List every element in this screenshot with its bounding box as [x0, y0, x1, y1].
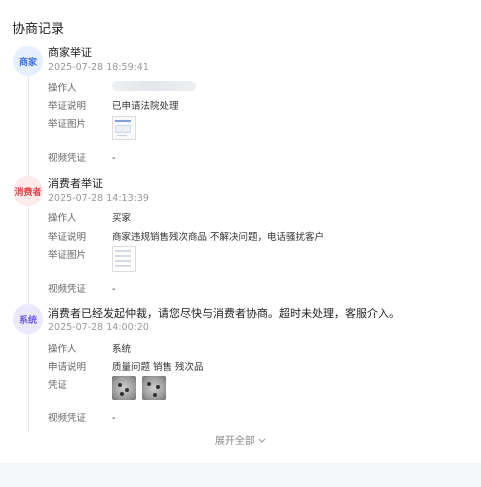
description-value: 商家违规销售残次商品 不解决问题，电话骚扰客户	[112, 232, 325, 243]
description-row: 举证说明 商家违规销售残次商品 不解决问题，电话骚扰客户	[48, 229, 324, 243]
video-row: 视频凭证 -	[48, 410, 115, 424]
video-label: 视频凭证	[48, 284, 87, 295]
operator-label: 操作人	[48, 213, 77, 224]
consumer-badge: 消费者	[13, 176, 43, 206]
evidence-images-row: 举证图片	[48, 116, 112, 130]
expand-all-label: 展开全部	[214, 436, 255, 447]
description-row: 申请说明 质量问题 销售 残次品	[48, 359, 204, 373]
redacted-operator	[112, 81, 196, 91]
description-label: 申请说明	[48, 362, 87, 373]
description-label: 举证说明	[48, 101, 87, 112]
video-value: -	[112, 153, 116, 164]
operator-row: 操作人 系统	[48, 341, 131, 355]
video-row: 视频凭证 -	[48, 281, 115, 295]
record-time: 2025-07-28 14:00:20	[48, 322, 149, 333]
description-value: 已申请法院处理	[112, 101, 179, 112]
chevron-down-icon	[258, 436, 266, 447]
record-heading: 消费者举证	[48, 177, 103, 190]
video-label: 视频凭证	[48, 153, 87, 164]
operator-row: 操作人	[48, 80, 112, 94]
video-label: 视频凭证	[48, 413, 87, 424]
record-time: 2025-07-28 14:13:39	[48, 193, 149, 204]
footer-bar	[0, 463, 481, 487]
video-row: 视频凭证 -	[48, 150, 115, 164]
evidence-images-row: 举证图片	[48, 247, 112, 261]
evidence-images-label: 凭证	[48, 380, 68, 391]
operator-row: 操作人 买家	[48, 210, 131, 224]
evidence-photo[interactable]	[142, 376, 166, 400]
operator-value: 系统	[112, 344, 132, 355]
video-value: -	[112, 284, 116, 295]
record-heading: 商家举证	[48, 46, 92, 59]
operator-label: 操作人	[48, 344, 77, 355]
system-badge: 系统	[13, 304, 43, 334]
evidence-photo[interactable]	[112, 376, 136, 400]
evidence-images-label: 举证图片	[48, 250, 87, 261]
evidence-image-thumbnail[interactable]	[112, 116, 136, 140]
timeline-line	[28, 72, 29, 432]
operator-value: 买家	[112, 213, 132, 224]
description-value: 质量问题 销售 残次品	[112, 362, 204, 373]
record-heading: 消费者已经发起仲裁，请您尽快与消费者协商。超时未处理，客服介入。	[48, 307, 400, 320]
description-label: 举证说明	[48, 232, 87, 243]
description-row: 举证说明 已申请法院处理	[48, 98, 179, 112]
evidence-images-label: 举证图片	[48, 119, 87, 130]
operator-label: 操作人	[48, 83, 77, 94]
record-time: 2025-07-28 18:59:41	[48, 62, 149, 73]
expand-all-button[interactable]: 展开全部	[0, 432, 481, 447]
evidence-images-row: 凭证	[48, 377, 112, 391]
page-title: 协商记录	[12, 22, 65, 37]
merchant-badge: 商家	[13, 46, 43, 76]
evidence-image-thumbnail[interactable]	[112, 246, 136, 272]
video-value: -	[112, 413, 116, 424]
